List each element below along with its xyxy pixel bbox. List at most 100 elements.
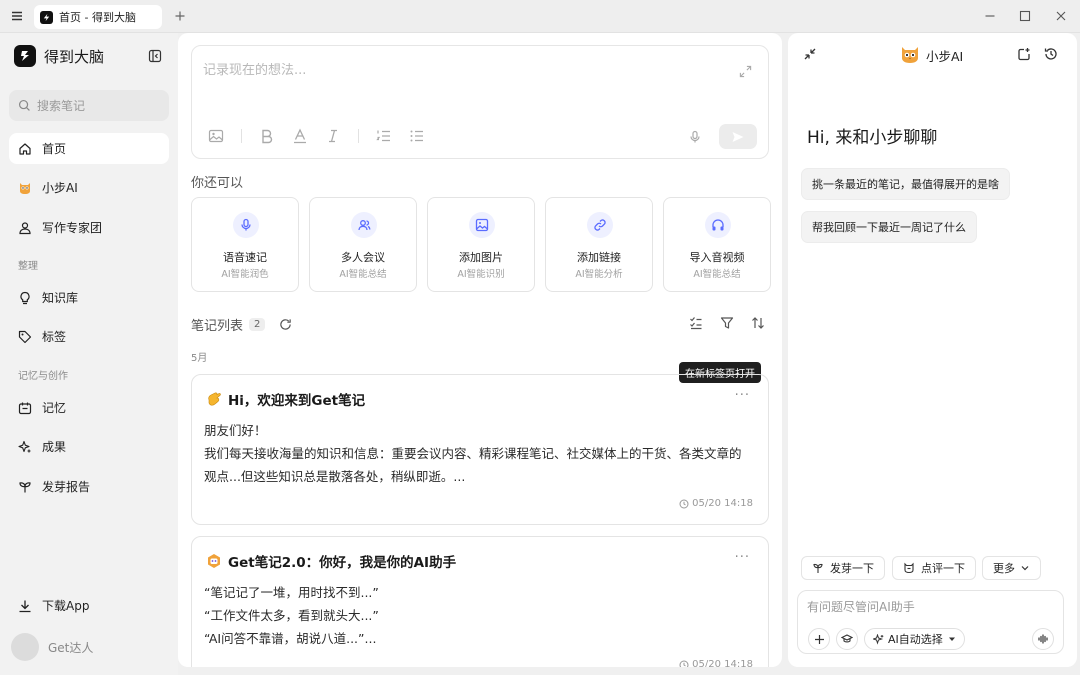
ai-question-input[interactable] bbox=[807, 600, 1047, 614]
sidebar-item-results[interactable]: 成果 bbox=[9, 431, 169, 462]
notes-list-header: 笔记列表 2 bbox=[191, 315, 292, 334]
mic-icon[interactable] bbox=[688, 130, 702, 144]
quick-actions-label: 你还可以 bbox=[191, 176, 244, 191]
search-input[interactable] bbox=[37, 98, 157, 113]
sort-icon[interactable] bbox=[751, 316, 765, 330]
sidebar-item-knowledge-base[interactable]: 知识库 bbox=[9, 282, 169, 313]
note-line: 我们每天接收海量的知识和信息：重要会议内容、精彩课程笔记、社交媒体上的干货、各类… bbox=[204, 446, 742, 461]
history-icon[interactable] bbox=[1044, 47, 1058, 61]
filter-icon[interactable] bbox=[720, 316, 734, 330]
model-select-label: AI自动选择 bbox=[888, 633, 943, 646]
calendar-icon bbox=[18, 402, 32, 414]
note-title: Get笔记2.0：你好，我是你的AI助手 bbox=[206, 551, 456, 571]
browser-tab[interactable]: 首页 - 得到大脑 bbox=[34, 5, 162, 29]
shrink-icon[interactable] bbox=[803, 47, 817, 61]
action-subtitle: AI智能润色 bbox=[221, 269, 269, 280]
action-subtitle: AI智能分析 bbox=[575, 269, 623, 280]
chip-label: 点评一下 bbox=[921, 562, 965, 575]
review-button[interactable]: 点评一下 bbox=[892, 556, 976, 580]
ai-name: 小步AI bbox=[926, 48, 964, 64]
voice-input-button[interactable] bbox=[1032, 628, 1054, 650]
sidebar-item-tags[interactable]: 标签 bbox=[9, 321, 169, 352]
ai-input-box: AI自动选择 bbox=[797, 590, 1064, 654]
tab-title: 首页 - 得到大脑 bbox=[59, 11, 136, 24]
month-label: 5月 bbox=[191, 353, 208, 364]
note-title-text: Get笔记2.0：你好，我是你的AI助手 bbox=[228, 555, 457, 571]
sidebar-item-memory[interactable]: 记忆 bbox=[9, 392, 169, 423]
more-button[interactable]: 更多 bbox=[982, 556, 1041, 580]
sidebar-item-sprout-report[interactable]: 发芽报告 bbox=[9, 471, 169, 502]
close-icon[interactable] bbox=[1054, 9, 1068, 23]
collapse-sidebar-icon[interactable] bbox=[148, 49, 162, 63]
toolbar-divider bbox=[358, 129, 359, 143]
italic-icon[interactable] bbox=[325, 128, 341, 144]
tag-icon bbox=[18, 330, 32, 343]
note-editor[interactable] bbox=[191, 45, 769, 159]
note-more-icon[interactable]: ··· bbox=[735, 550, 750, 565]
user-profile[interactable]: Get达人 bbox=[11, 633, 93, 661]
ordered-list-icon[interactable] bbox=[376, 128, 392, 144]
checklist-icon[interactable] bbox=[689, 316, 703, 330]
mic-icon bbox=[233, 212, 259, 238]
note-timestamp: 05/20 14:18 bbox=[679, 659, 753, 667]
sidebar-item-writing-experts[interactable]: 写作专家团 bbox=[9, 212, 169, 243]
note-input[interactable] bbox=[203, 63, 603, 78]
expand-icon[interactable] bbox=[739, 65, 752, 78]
note-card[interactable]: Get笔记2.0：你好，我是你的AI助手 ··· “笔记记了一堆，用时找不到..… bbox=[191, 536, 769, 667]
sprout-button[interactable]: 发芽一下 bbox=[801, 556, 885, 580]
image-icon[interactable] bbox=[208, 128, 224, 144]
minimize-icon[interactable] bbox=[983, 9, 997, 23]
quick-actions: 语音速记 AI智能润色 多人会议 AI智能总结 添加图片 AI智能识别 添加链接… bbox=[191, 197, 781, 292]
brand-logo-icon bbox=[14, 45, 36, 67]
sidebar-item-xiaobu-ai[interactable]: 小步AI bbox=[9, 172, 169, 203]
new-tab-icon[interactable] bbox=[173, 9, 187, 23]
download-app-button[interactable]: 下载App bbox=[9, 590, 169, 621]
clock-icon bbox=[679, 499, 689, 508]
user-icon bbox=[19, 221, 31, 234]
section-memory: 记忆与创作 bbox=[18, 371, 68, 382]
lightbulb-icon bbox=[20, 291, 30, 304]
note-line: “笔记记了一堆，用时找不到...” bbox=[204, 585, 379, 600]
send-icon bbox=[732, 131, 744, 142]
link-icon bbox=[587, 212, 613, 238]
caret-down-icon bbox=[948, 637, 955, 641]
action-add-link[interactable]: 添加链接 AI智能分析 bbox=[545, 197, 653, 292]
waveform-icon bbox=[1038, 634, 1048, 644]
menu-icon[interactable] bbox=[10, 9, 24, 23]
add-attachment-button[interactable] bbox=[808, 628, 830, 650]
suggestion-chip[interactable]: 帮我回顾一下最近一周记了什么 bbox=[801, 211, 977, 243]
action-title: 语音速记 bbox=[223, 251, 267, 264]
action-subtitle: AI智能识别 bbox=[457, 269, 505, 280]
learning-mode-button[interactable] bbox=[836, 628, 858, 650]
app-logo-icon bbox=[40, 10, 53, 24]
note-more-icon[interactable]: ··· bbox=[735, 388, 750, 403]
suggestion-chip[interactable]: 挑一条最近的笔记，最值得展开的是啥 bbox=[801, 168, 1010, 200]
refresh-icon[interactable] bbox=[279, 318, 292, 331]
action-title: 多人会议 bbox=[341, 251, 385, 264]
new-chat-icon[interactable] bbox=[1017, 47, 1031, 61]
action-import-media[interactable]: 导入音视频 AI智能总结 bbox=[663, 197, 771, 292]
send-button[interactable] bbox=[719, 124, 757, 149]
note-card[interactable]: Hi，欢迎来到Get笔记 ··· 朋友们好！ 我们每天接收海量的知识和信息：重要… bbox=[191, 374, 769, 525]
clock-icon bbox=[679, 660, 689, 667]
chip-label: 发芽一下 bbox=[830, 562, 874, 575]
note-line: “工作文件太多，看到就头大...” bbox=[204, 608, 379, 623]
user-name: Get达人 bbox=[48, 640, 94, 655]
maximize-icon[interactable] bbox=[1018, 9, 1032, 23]
title-bar: 首页 - 得到大脑 bbox=[0, 0, 1080, 33]
brand[interactable]: 得到大脑 bbox=[14, 45, 104, 67]
sidebar-item-home[interactable]: 首页 bbox=[9, 133, 169, 164]
sidebar-item-label: 知识库 bbox=[42, 291, 79, 305]
bullet-list-icon[interactable] bbox=[409, 128, 425, 144]
action-meeting[interactable]: 多人会议 AI智能总结 bbox=[309, 197, 417, 292]
sidebar: 得到大脑 首页 小步AI 写作专家团 整理 知识库 标签 记忆与创作 记忆 成果… bbox=[0, 33, 178, 675]
text-color-icon[interactable] bbox=[292, 128, 308, 144]
action-add-image[interactable]: 添加图片 AI智能识别 bbox=[427, 197, 535, 292]
notes-list-tools bbox=[672, 316, 765, 330]
bold-icon[interactable] bbox=[259, 128, 275, 144]
action-voice-note[interactable]: 语音速记 AI智能润色 bbox=[191, 197, 299, 292]
note-time-text: 05/20 14:18 bbox=[692, 498, 753, 509]
download-label: 下载App bbox=[42, 599, 90, 613]
search-box[interactable] bbox=[9, 90, 169, 121]
model-select[interactable]: AI自动选择 bbox=[864, 628, 965, 650]
